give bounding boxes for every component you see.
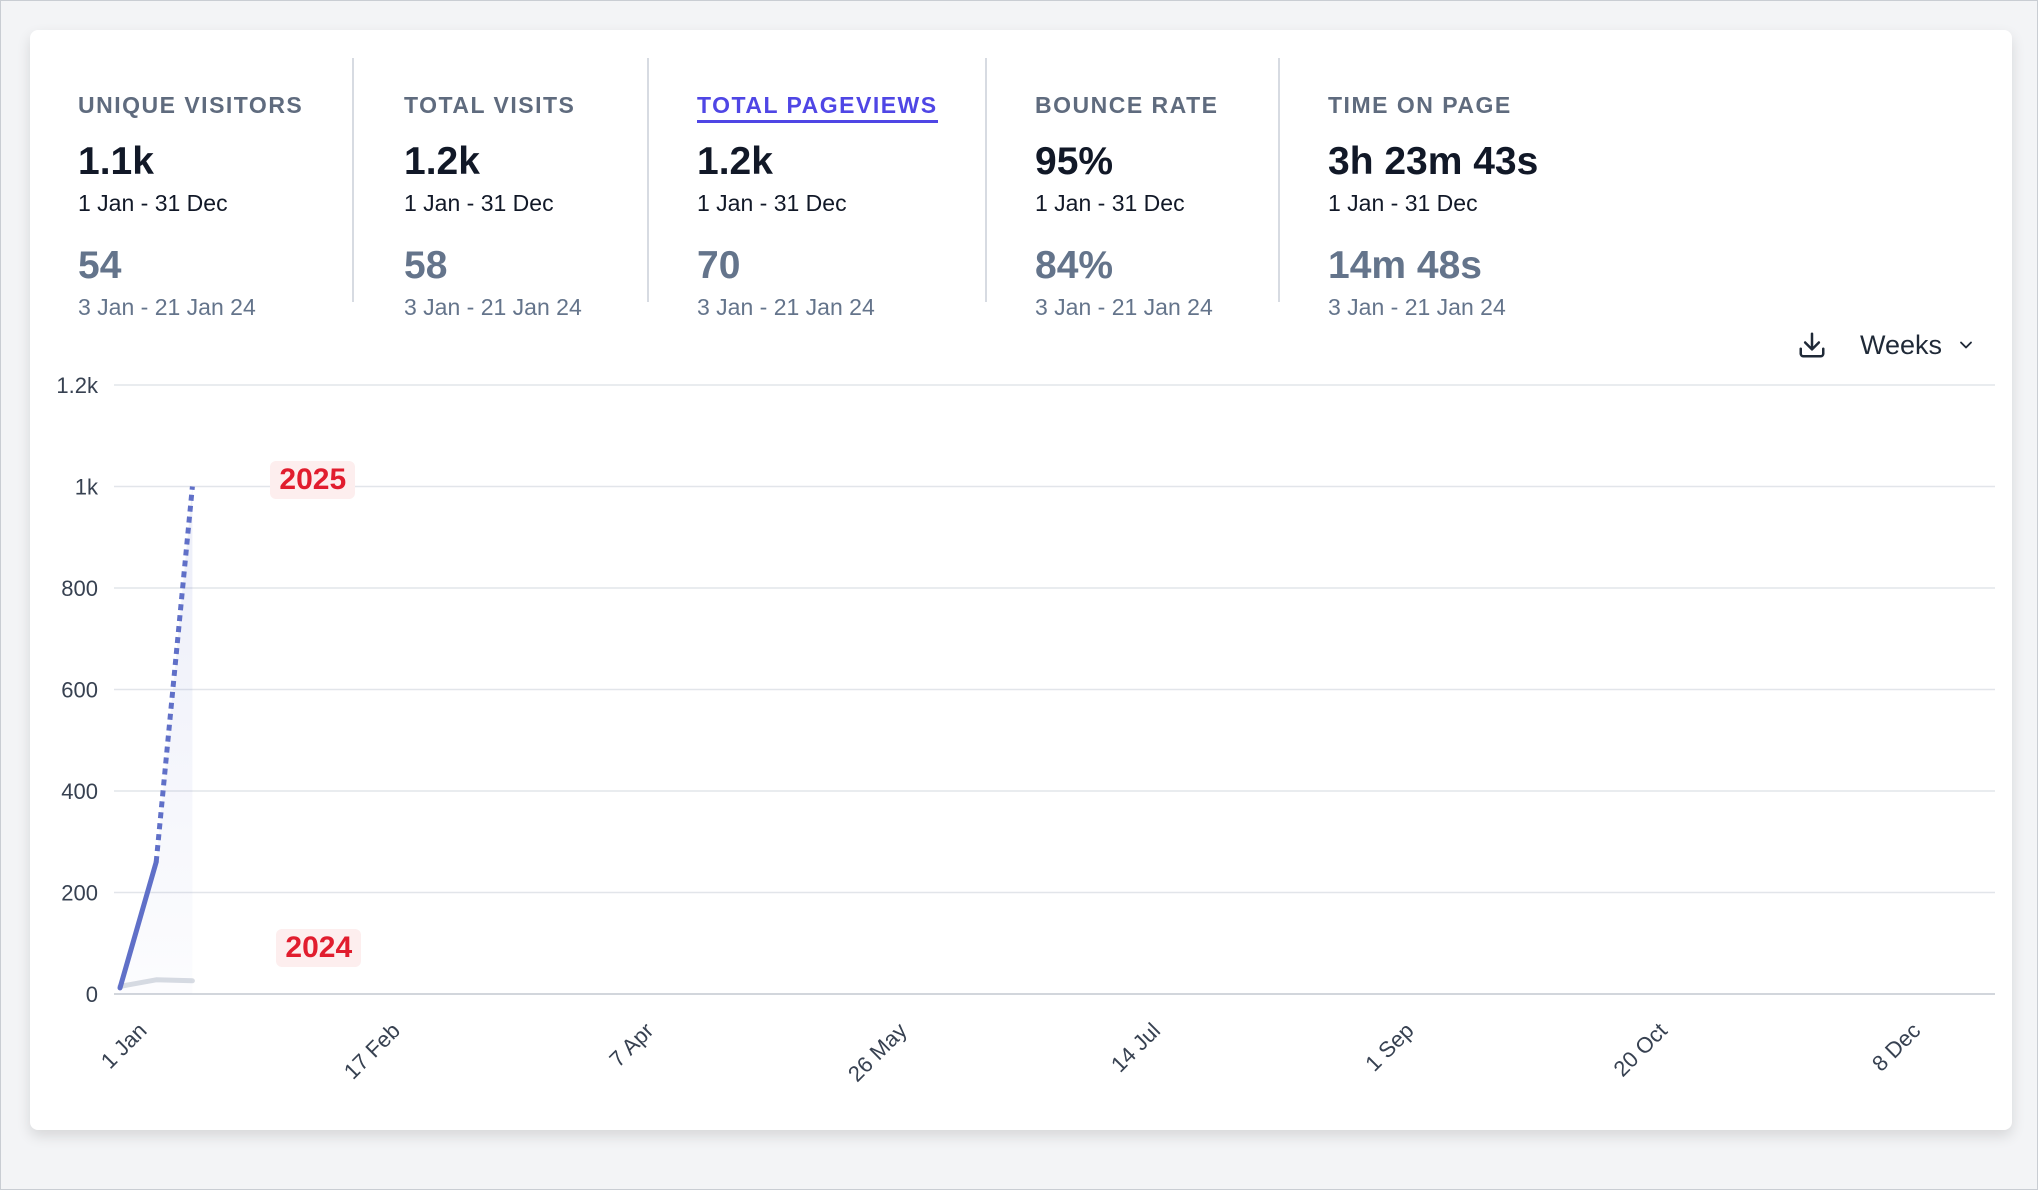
y-tick-label: 200 — [61, 881, 98, 906]
x-tick-label: 14 Jul — [1106, 1018, 1165, 1077]
data-point-2024 — [192, 980, 193, 981]
x-tick-label: 1 Jan — [96, 1018, 152, 1074]
y-tick-label: 600 — [61, 678, 98, 703]
data-point-2025 — [156, 862, 157, 863]
y-tick-label: 0 — [86, 982, 98, 1007]
y-tick-label: 1.2k — [56, 373, 99, 398]
x-tick-label: 17 Feb — [339, 1018, 405, 1084]
x-tick-label: 26 May — [843, 1018, 912, 1087]
x-tick-label: 20 Oct — [1608, 1018, 1672, 1082]
data-point-2025 — [192, 486, 193, 487]
series-label-2024: 2024 — [276, 928, 362, 967]
data-point-2024 — [156, 979, 157, 980]
x-tick-label: 8 Dec — [1867, 1018, 1925, 1076]
y-tick-label: 1k — [75, 475, 99, 500]
stats-card: UNIQUE VISITORS 1.1k 1 Jan - 31 Dec 54 3… — [30, 30, 2012, 1130]
y-tick-label: 800 — [61, 576, 98, 601]
x-tick-label: 1 Sep — [1360, 1018, 1418, 1076]
series-2025-area — [120, 486, 193, 994]
data-point-2025 — [120, 987, 121, 988]
y-tick-label: 400 — [61, 779, 98, 804]
series-label-2025: 2025 — [270, 460, 356, 499]
data-point-2024 — [120, 986, 121, 987]
x-tick-label: 7 Apr — [604, 1018, 658, 1072]
